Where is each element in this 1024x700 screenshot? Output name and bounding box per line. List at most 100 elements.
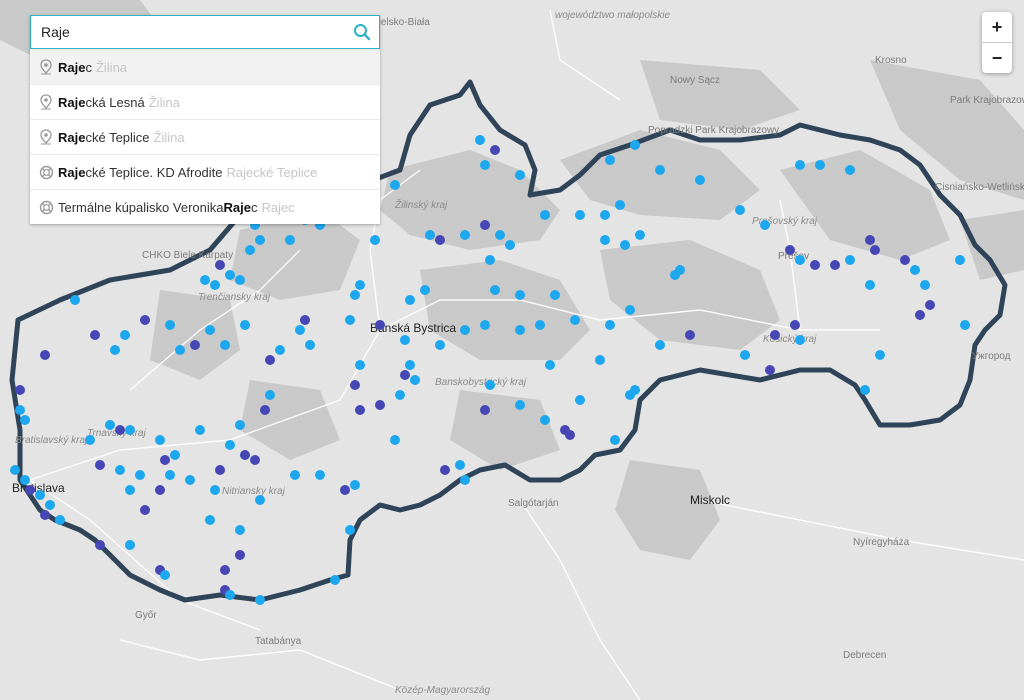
map-marker[interactable]	[620, 240, 630, 250]
map-marker[interactable]	[670, 270, 680, 280]
map-marker[interactable]	[960, 320, 970, 330]
map-marker[interactable]	[25, 485, 35, 495]
map-marker[interactable]	[545, 360, 555, 370]
map-marker[interactable]	[735, 205, 745, 215]
map-marker[interactable]	[20, 415, 30, 425]
map-marker[interactable]	[355, 405, 365, 415]
map-marker[interactable]	[600, 210, 610, 220]
map-marker[interactable]	[235, 550, 245, 560]
map-marker[interactable]	[480, 160, 490, 170]
map-marker[interactable]	[225, 590, 235, 600]
map-marker[interactable]	[35, 490, 45, 500]
map-marker[interactable]	[770, 330, 780, 340]
map-marker[interactable]	[175, 345, 185, 355]
map-marker[interactable]	[315, 470, 325, 480]
map-marker[interactable]	[460, 325, 470, 335]
map-marker[interactable]	[420, 285, 430, 295]
map-marker[interactable]	[920, 280, 930, 290]
map-marker[interactable]	[460, 475, 470, 485]
map-marker[interactable]	[515, 325, 525, 335]
map-marker[interactable]	[875, 350, 885, 360]
map-marker[interactable]	[915, 310, 925, 320]
map-marker[interactable]	[910, 265, 920, 275]
map-marker[interactable]	[575, 395, 585, 405]
map-marker[interactable]	[505, 240, 515, 250]
map-marker[interactable]	[220, 340, 230, 350]
map-marker[interactable]	[110, 345, 120, 355]
map-marker[interactable]	[655, 165, 665, 175]
map-marker[interactable]	[260, 405, 270, 415]
map-marker[interactable]	[865, 280, 875, 290]
suggestion-item[interactable]: Raje cká Lesná Žilina	[30, 84, 380, 119]
suggestion-item[interactable]: Termálne kúpalisko Veronika Raje c Rajec	[30, 189, 380, 224]
map-marker[interactable]	[535, 320, 545, 330]
map-marker[interactable]	[255, 235, 265, 245]
map-marker[interactable]	[540, 210, 550, 220]
map-marker[interactable]	[830, 260, 840, 270]
map-marker[interactable]	[15, 405, 25, 415]
map-marker[interactable]	[240, 320, 250, 330]
map-marker[interactable]	[265, 390, 275, 400]
map-marker[interactable]	[485, 255, 495, 265]
map-marker[interactable]	[410, 375, 420, 385]
map-marker[interactable]	[155, 485, 165, 495]
map-marker[interactable]	[425, 230, 435, 240]
map-marker[interactable]	[435, 340, 445, 350]
map-marker[interactable]	[375, 400, 385, 410]
map-marker[interactable]	[55, 515, 65, 525]
map-marker[interactable]	[495, 230, 505, 240]
map-marker[interactable]	[345, 525, 355, 535]
map-marker[interactable]	[255, 495, 265, 505]
map-marker[interactable]	[200, 275, 210, 285]
map-marker[interactable]	[140, 315, 150, 325]
map-marker[interactable]	[460, 230, 470, 240]
map-marker[interactable]	[405, 360, 415, 370]
map-marker[interactable]	[215, 465, 225, 475]
map-marker[interactable]	[480, 220, 490, 230]
map-marker[interactable]	[120, 330, 130, 340]
map-marker[interactable]	[70, 295, 80, 305]
map-marker[interactable]	[45, 500, 55, 510]
map-marker[interactable]	[955, 255, 965, 265]
map-marker[interactable]	[630, 385, 640, 395]
map-marker[interactable]	[15, 385, 25, 395]
map-marker[interactable]	[795, 160, 805, 170]
map-marker[interactable]	[630, 140, 640, 150]
map-marker[interactable]	[265, 355, 275, 365]
map-marker[interactable]	[340, 485, 350, 495]
map-marker[interactable]	[355, 360, 365, 370]
map-marker[interactable]	[105, 420, 115, 430]
suggestion-item[interactable]: Raje cké Teplice. KD Afrodite Rajecké Tepl…	[30, 154, 380, 189]
map-marker[interactable]	[845, 165, 855, 175]
map-marker[interactable]	[235, 275, 245, 285]
map-marker[interactable]	[290, 470, 300, 480]
map-marker[interactable]	[350, 290, 360, 300]
map-marker[interactable]	[355, 280, 365, 290]
map-marker[interactable]	[195, 425, 205, 435]
map-marker[interactable]	[95, 540, 105, 550]
map-marker[interactable]	[345, 315, 355, 325]
map-marker[interactable]	[925, 300, 935, 310]
map-marker[interactable]	[125, 540, 135, 550]
map-marker[interactable]	[205, 325, 215, 335]
map-marker[interactable]	[235, 525, 245, 535]
suggestion-item[interactable]: Raje cké Teplice Žilina	[30, 119, 380, 154]
map-marker[interactable]	[185, 475, 195, 485]
map-marker[interactable]	[400, 370, 410, 380]
map-marker[interactable]	[165, 320, 175, 330]
map-marker[interactable]	[455, 460, 465, 470]
map-marker[interactable]	[40, 510, 50, 520]
map-marker[interactable]	[140, 505, 150, 515]
map-marker[interactable]	[760, 220, 770, 230]
map-marker[interactable]	[605, 155, 615, 165]
map-marker[interactable]	[210, 280, 220, 290]
map-marker[interactable]	[10, 465, 20, 475]
map-marker[interactable]	[115, 425, 125, 435]
map-marker[interactable]	[615, 200, 625, 210]
map-marker[interactable]	[550, 290, 560, 300]
suggestion-item[interactable]: Raje c Žilina	[30, 49, 380, 84]
map-marker[interactable]	[685, 330, 695, 340]
map-marker[interactable]	[370, 235, 380, 245]
map-marker[interactable]	[155, 435, 165, 445]
map-marker[interactable]	[255, 595, 265, 605]
